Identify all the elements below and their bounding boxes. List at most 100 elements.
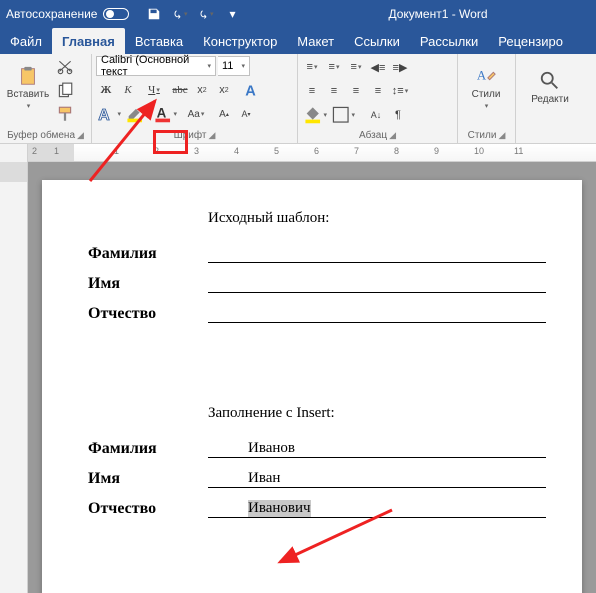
subscript-button[interactable]: x2 [192,80,212,100]
multilevel-button[interactable]: ≡▾ [346,57,366,77]
dialog-launcher-icon[interactable]: ◢ [389,130,396,141]
underline-button[interactable]: Ч▾ [140,80,168,100]
paste-button[interactable]: Вставить ▾ [4,56,52,118]
row-lastname-2: Фамилия Иванов [88,440,546,458]
copy-icon[interactable] [55,81,75,101]
numbering-button[interactable]: ≡▾ [324,57,344,77]
line-spacing-button[interactable]: ↕≡▾ [390,81,410,101]
shrink-font-button[interactable]: A▾ [236,104,256,124]
svg-text:A: A [98,107,110,124]
redo-icon[interactable]: ▾ [199,7,213,21]
tab-insert[interactable]: Вставка [125,28,193,54]
autosave-toggle[interactable] [103,8,129,20]
text-outline-button[interactable]: A▾ [96,104,122,124]
autosave[interactable]: Автосохранение [6,7,129,21]
tab-review[interactable]: Рецензиро [488,28,573,54]
dialog-launcher-icon[interactable]: ◢ [77,130,84,141]
sort-button[interactable]: A↓ [366,105,386,125]
label-patronymic: Отчество [88,500,208,518]
font-color-button[interactable]: A▾ [152,104,178,124]
label-patronymic: Отчество [88,305,208,323]
dialog-launcher-icon[interactable]: ◢ [498,130,505,141]
shading-button[interactable]: ▾ [302,105,328,125]
ruler-corner [0,144,28,162]
line-lastname-1[interactable] [208,245,546,263]
editing-label: Редакти [531,94,569,105]
save-icon[interactable] [147,7,161,21]
dialog-launcher-icon[interactable]: ◢ [208,130,215,141]
title-bar: Автосохранение ▾ ▾ ▾ Документ1 - Word [0,0,596,28]
document-page[interactable]: Исходный шаблон: Фамилия Имя Отчество За… [42,180,582,593]
superscript-button[interactable]: x2 [214,80,234,100]
increase-indent-button[interactable]: ≡▶ [390,57,410,77]
bold-button[interactable]: Ж [96,80,116,100]
svg-text:A: A [477,68,487,82]
group-paragraph: ≡▾ ≡▾ ≡▾ ◀≡ ≡▶ ≡ ≡ ≡ ≡ ↕≡▾ ▾ ▾ A↓ ¶ Абза… [298,54,458,143]
cut-icon[interactable] [55,58,75,78]
row-lastname-1: Фамилия [88,245,546,263]
tab-design[interactable]: Конструктор [193,28,287,54]
editor-area: Исходный шаблон: Фамилия Имя Отчество За… [0,162,596,593]
borders-button[interactable]: ▾ [330,105,356,125]
tab-home[interactable]: Главная [52,28,125,54]
quick-access-toolbar: ▾ ▾ ▾ [147,7,239,21]
svg-text:A: A [157,106,167,121]
undo-icon[interactable]: ▾ [173,7,187,21]
decrease-indent-button[interactable]: ◀≡ [368,57,388,77]
group-clipboard-label: Буфер обмена [7,130,75,141]
group-clipboard: Вставить ▾ Буфер обмена◢ [0,54,92,143]
tab-file[interactable]: Файл [0,28,52,54]
tab-layout[interactable]: Макет [287,28,344,54]
paste-label: Вставить [7,89,49,100]
autosave-label: Автосохранение [6,7,97,21]
group-editing: Редакти [516,54,586,143]
align-center-button[interactable]: ≡ [324,81,344,101]
styles-button[interactable]: A Стили ▾ [462,56,510,118]
ruler-scale: 2 1 1 2 3 4 5 6 7 8 9 10 11 [28,144,596,161]
label-lastname: Фамилия [88,245,208,263]
ribbon: Вставить ▾ Буфер обмена◢ Calibri (Основн… [0,54,596,144]
row-patronymic-2: Отчество Иванович [88,500,546,518]
value-firstname: Иван [248,470,280,487]
group-font: Calibri (Основной текст▾ 11▾ Ж К Ч▾ abc … [92,54,298,143]
horizontal-ruler[interactable]: 2 1 1 2 3 4 5 6 7 8 9 10 11 [0,144,596,162]
vertical-ruler[interactable] [0,162,28,593]
bullets-button[interactable]: ≡▾ [302,57,322,77]
change-case-button[interactable]: Aa▾ [186,104,206,124]
value-lastname: Иванов [248,440,295,457]
text-effects-button[interactable]: A [242,80,262,100]
italic-button[interactable]: К [118,80,138,100]
doc-heading-2: Заполнение с Insert: [208,405,546,422]
editing-button[interactable]: Редакти [520,56,580,118]
styles-label: Стили [472,89,501,100]
line-patronymic-2[interactable]: Иванович [208,500,546,518]
chevron-down-icon: ▾ [485,102,489,110]
group-styles: A Стили ▾ Стили ◢ [458,54,516,143]
ribbon-tabs: Файл Главная Вставка Конструктор Макет С… [0,28,596,54]
grow-font-button[interactable]: A▴ [214,104,234,124]
qat-customize-icon[interactable]: ▾ [225,7,239,21]
show-marks-button[interactable]: ¶ [388,105,408,125]
font-size-select[interactable]: 11▾ [218,56,250,76]
line-firstname-2[interactable]: Иван [208,470,546,488]
row-patronymic-1: Отчество [88,305,546,323]
tab-mailings[interactable]: Рассылки [410,28,488,54]
line-lastname-2[interactable]: Иванов [208,440,546,458]
doc-heading-1: Исходный шаблон: [208,210,546,227]
value-patronymic-selected: Иванович [248,500,311,517]
chevron-down-icon: ▾ [27,102,31,110]
justify-button[interactable]: ≡ [368,81,388,101]
row-firstname-1: Имя [88,275,546,293]
align-left-button[interactable]: ≡ [302,81,322,101]
line-patronymic-1[interactable] [208,305,546,323]
highlight-button[interactable]: ▾ [124,104,150,124]
line-firstname-1[interactable] [208,275,546,293]
format-painter-icon[interactable] [55,104,75,124]
align-right-button[interactable]: ≡ [346,81,366,101]
label-firstname: Имя [88,275,208,293]
row-firstname-2: Имя Иван [88,470,546,488]
font-name-select[interactable]: Calibri (Основной текст▾ [96,56,216,76]
document-title: Документ1 - Word [388,7,487,21]
strike-button[interactable]: abc [170,80,190,100]
tab-references[interactable]: Ссылки [344,28,410,54]
